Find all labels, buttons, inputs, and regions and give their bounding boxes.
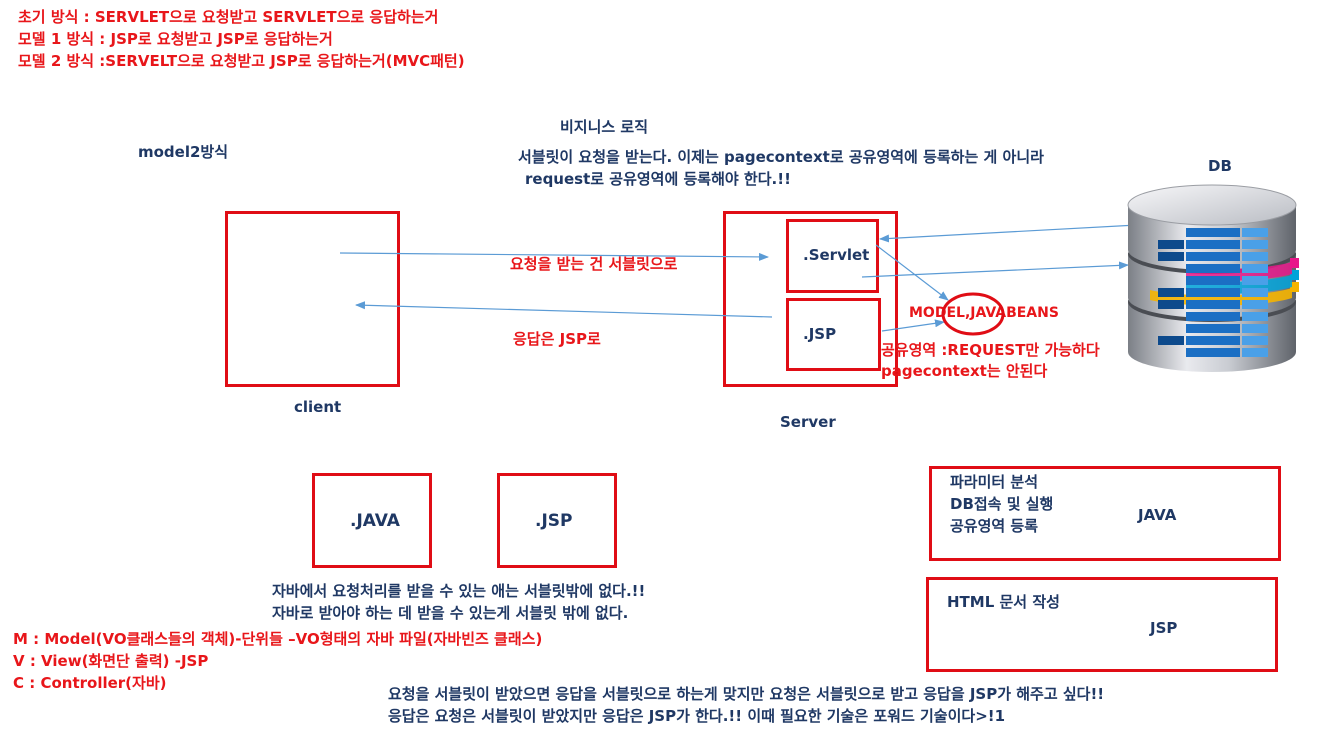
servlet-to-javabeans-arrow [875,244,949,301]
jsp-to-javabeans-arrow [881,319,945,332]
response-arrow [355,301,773,318]
db-to-servlet-arrow [879,223,1156,243]
request-arrow [339,252,769,261]
javabeans-ellipse [941,292,1005,336]
servlet-to-db-arrow [861,261,1129,278]
database-icon [1127,184,1299,372]
diagram-overlay [339,184,1299,372]
